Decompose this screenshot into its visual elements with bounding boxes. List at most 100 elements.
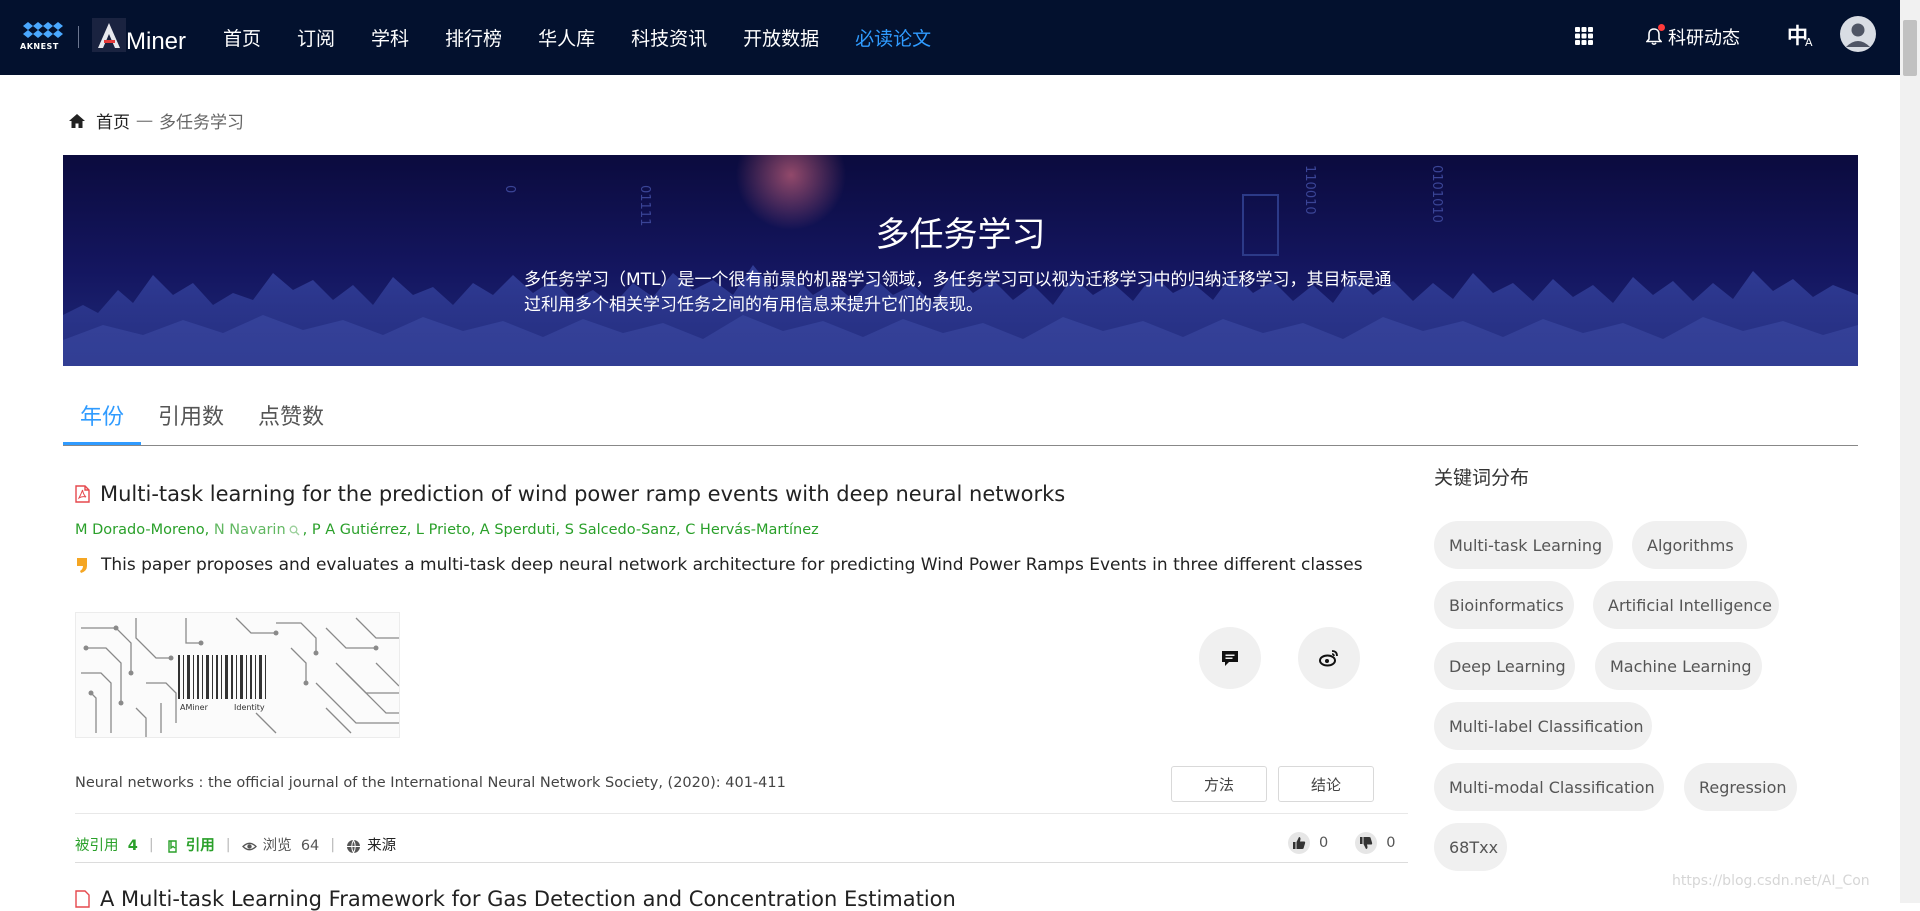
cited-by-label: 被引用 — [75, 838, 119, 854]
keyword-chip[interactable]: Deep Learning — [1434, 642, 1575, 690]
research-news-label: 科研动态 — [1668, 28, 1740, 49]
paper-votes: 0 0 — [1288, 832, 1395, 854]
author-link[interactable]: S Salcedo-Sanz — [565, 522, 676, 538]
keyword-chip[interactable]: Artificial Intelligence — [1593, 581, 1779, 629]
author-link[interactable]: L Prieto — [416, 522, 471, 538]
nav-item-tech-news[interactable]: 科技资讯 — [631, 24, 707, 51]
nav-item-rankings[interactable]: 排行榜 — [445, 24, 502, 51]
tab-likes[interactable]: 点赞数 — [241, 395, 341, 443]
page-scrollbar-thumb[interactable] — [1903, 20, 1917, 76]
author-link[interactable]: P A Gutiérrez — [312, 522, 407, 538]
keyword-chip[interactable]: Bioinformatics — [1434, 581, 1574, 629]
thumbs-down-icon — [1360, 837, 1373, 849]
apps-grid-icon[interactable] — [1575, 27, 1593, 45]
breadcrumb: 首页 一 多任务学习 — [68, 108, 244, 133]
paper-thumbnail[interactable]: AMiner Identity — [75, 612, 400, 738]
author-link[interactable]: A Sperduti — [480, 522, 556, 538]
cite-button[interactable]: 引用 — [165, 834, 215, 855]
quote-icon — [77, 558, 87, 573]
source-label: 来源 — [367, 838, 397, 854]
keyword-distribution-title: 关键词分布 — [1434, 467, 1530, 489]
views-count: 64 — [300, 838, 320, 854]
paper-abstract: This paper proposes and evaluates a mult… — [101, 555, 1363, 575]
tab-citations[interactable]: 引用数 — [141, 395, 241, 443]
keyword-chip[interactable]: Machine Learning — [1595, 642, 1762, 690]
main-nav: 首页 订阅 学科 排行榜 华人库 科技资讯 开放数据 必读论文 — [223, 0, 967, 75]
author-separator: , — [406, 522, 412, 538]
nav-item-subjects[interactable]: 学科 — [371, 24, 409, 51]
tab-year[interactable]: 年份 — [63, 395, 142, 445]
pdf-icon[interactable] — [75, 485, 90, 503]
keyword-chip[interactable]: Regression — [1684, 763, 1797, 811]
circuit-thumbnail-graphic: AMiner Identity — [81, 617, 399, 737]
globe-icon — [347, 839, 361, 853]
top-nav-bar: AKNEST Miner 首页 订阅 学科 排行榜 华人库 科技资讯 开放数据 … — [0, 0, 1900, 75]
author-link[interactable]: N Navarin — [214, 522, 286, 538]
thumbs-up-icon — [1293, 837, 1306, 849]
pdf-icon[interactable] — [75, 890, 90, 908]
breadcrumb-home-link[interactable]: 首页 — [96, 108, 130, 133]
weibo-share-button[interactable] — [1298, 627, 1360, 689]
paper-abstract-row: This paper proposes and evaluates a mult… — [75, 555, 1363, 575]
keyword-chip[interactable]: Multi-label Classification — [1434, 702, 1652, 750]
keyword-chip[interactable]: Multi-modal Classification — [1434, 763, 1664, 811]
home-icon[interactable] — [68, 113, 86, 129]
card-divider — [75, 862, 1408, 863]
author-link[interactable]: M Dorado-Moreno — [75, 522, 205, 538]
banner-digit-text: 0 — [502, 185, 517, 193]
topic-banner: 0 01111 110010 0101010 多任务学习 多任务学习（MTL）是… — [63, 155, 1858, 366]
aknest-logo-text: AKNEST — [20, 42, 59, 51]
author-separator: , — [302, 522, 308, 538]
author-separator: , — [470, 522, 476, 538]
cite-icon — [168, 839, 177, 853]
method-tag-button[interactable]: 方法 — [1171, 766, 1267, 802]
nav-item-home[interactable]: 首页 — [223, 24, 261, 51]
paper-title-link[interactable]: A Multi-task Learning Framework for Gas … — [100, 887, 956, 911]
card-divider — [75, 813, 1408, 814]
paper-venue: Neural networks : the official journal o… — [75, 775, 786, 791]
like-count: 0 — [1319, 835, 1329, 851]
nav-item-open-data[interactable]: 开放数据 — [743, 24, 819, 51]
dislike-button[interactable] — [1355, 832, 1378, 854]
like-button[interactable] — [1288, 832, 1310, 854]
cite-label: 引用 — [185, 838, 215, 854]
keyword-chip[interactable]: 68Txx — [1434, 823, 1507, 871]
aminer-logo-icon[interactable] — [92, 18, 126, 52]
user-avatar[interactable] — [1840, 16, 1876, 52]
thumbnail-label-left: AMiner — [180, 703, 209, 712]
csdn-watermark: https://blog.csdn.net/AI_Con — [1672, 873, 1870, 889]
author-separator: , — [204, 522, 210, 538]
user-avatar-icon — [1846, 23, 1870, 47]
paper-title-row: Multi-task learning for the prediction o… — [75, 482, 1065, 506]
author-link[interactable]: C Hervás-Martínez — [685, 522, 819, 538]
aminer-logo-text[interactable]: Miner — [126, 28, 186, 56]
author-separator: , — [675, 522, 681, 538]
language-switch-icon[interactable]: 中 A — [1787, 20, 1817, 52]
stats-separator: | — [148, 836, 154, 853]
banner-title: 多任务学习 — [875, 215, 1046, 255]
banner-description: 多任务学习（MTL）是一个很有前景的机器学习领域，多任务学习可以视为迁移学习中的… — [524, 270, 1392, 315]
breadcrumb-current: 多任务学习 — [159, 113, 244, 133]
notification-dot — [1658, 24, 1665, 31]
stats-separator: | — [330, 836, 336, 853]
research-news-button[interactable]: 科研动态 — [1646, 24, 1740, 50]
cited-by-link[interactable]: 被引用 4 — [75, 834, 138, 855]
author-separator: , — [555, 522, 561, 538]
nav-item-subscribe[interactable]: 订阅 — [297, 24, 335, 51]
author-search-icon[interactable] — [289, 525, 300, 536]
nav-item-chinese-scholars[interactable]: 华人库 — [538, 24, 595, 51]
dislike-count: 0 — [1386, 835, 1396, 851]
keyword-chip[interactable]: Multi-task Learning — [1434, 521, 1613, 569]
eye-icon — [241, 842, 257, 850]
logo-divider — [78, 26, 79, 48]
paper-title-link[interactable]: Multi-task learning for the prediction o… — [100, 482, 1065, 506]
keyword-chip[interactable]: Algorithms — [1632, 521, 1747, 569]
conclusion-tag-button[interactable]: 结论 — [1278, 766, 1374, 802]
banner-background-graphic: 0 01111 110010 0101010 — [63, 155, 1858, 366]
comment-button[interactable] — [1199, 627, 1261, 689]
nav-item-must-read-papers[interactable]: 必读论文 — [855, 24, 931, 51]
page-scrollbar[interactable] — [1900, 0, 1920, 903]
cited-by-count: 4 — [127, 838, 138, 854]
breadcrumb-separator: 一 — [136, 113, 153, 133]
source-link[interactable]: 来源 — [346, 834, 396, 855]
